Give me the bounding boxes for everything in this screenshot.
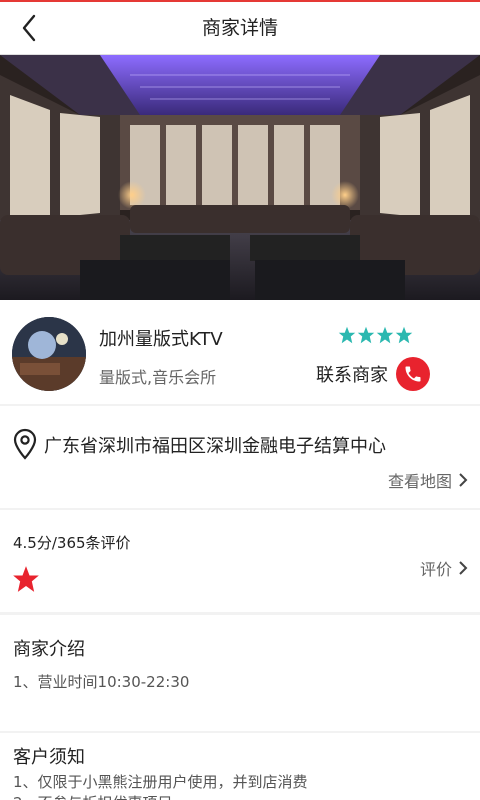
view-map-link[interactable]: 查看地图	[388, 468, 468, 492]
merchant-avatar	[12, 317, 86, 391]
merchant-name: 加州量版式KTV	[99, 329, 223, 350]
notice-line: 2、不参与折扣优惠项目	[13, 792, 173, 800]
merchant-card: 加州量版式KTV 量版式,音乐会所 联系商家	[0, 300, 480, 404]
address-section: 广东省深圳市福田区深圳金融电子结算中心 查看地图	[0, 406, 480, 508]
notice-title: 客户须知	[13, 747, 85, 768]
star-icon	[376, 326, 394, 344]
star-icon	[395, 326, 413, 344]
rating-section: 4.5分/365条评价 评价	[0, 510, 480, 612]
view-map-label: 查看地图	[387, 472, 452, 491]
merchant-tags: 量版式,音乐会所	[99, 368, 217, 387]
star-rating	[338, 326, 413, 344]
navigation-bar: 商家详情	[0, 2, 480, 55]
rating-summary: 4.5分/365条评价	[13, 534, 131, 552]
star-icon	[13, 566, 39, 592]
page-title: 商家详情	[201, 17, 278, 39]
merchant-intro-section: 商家介绍 1、营业时间10:30-22:30	[0, 615, 480, 731]
merchant-hero-image	[0, 55, 480, 300]
star-icon	[338, 326, 356, 344]
location-pin-icon	[13, 428, 37, 460]
reviews-label: 评价	[419, 560, 452, 579]
contact-merchant-label: 联系商家	[316, 365, 388, 386]
reviews-link[interactable]: 评价	[420, 556, 468, 580]
chevron-right-icon	[459, 473, 468, 487]
intro-title: 商家介绍	[13, 639, 85, 660]
address-text: 广东省深圳市福田区深圳金融电子结算中心	[44, 436, 386, 457]
business-hours: 1、营业时间10:30-22:30	[13, 673, 190, 691]
star-icon	[357, 326, 375, 344]
contact-merchant-button[interactable]: 联系商家	[316, 356, 430, 392]
notice-line: 1、仅限于小黑熊注册用户使用，并到店消费	[13, 773, 308, 791]
customer-notice-section: 客户须知 1、仅限于小黑熊注册用户使用，并到店消费 2、不参与折扣优惠项目	[0, 733, 480, 800]
chevron-right-icon	[459, 561, 468, 575]
phone-icon[interactable]	[396, 357, 430, 391]
